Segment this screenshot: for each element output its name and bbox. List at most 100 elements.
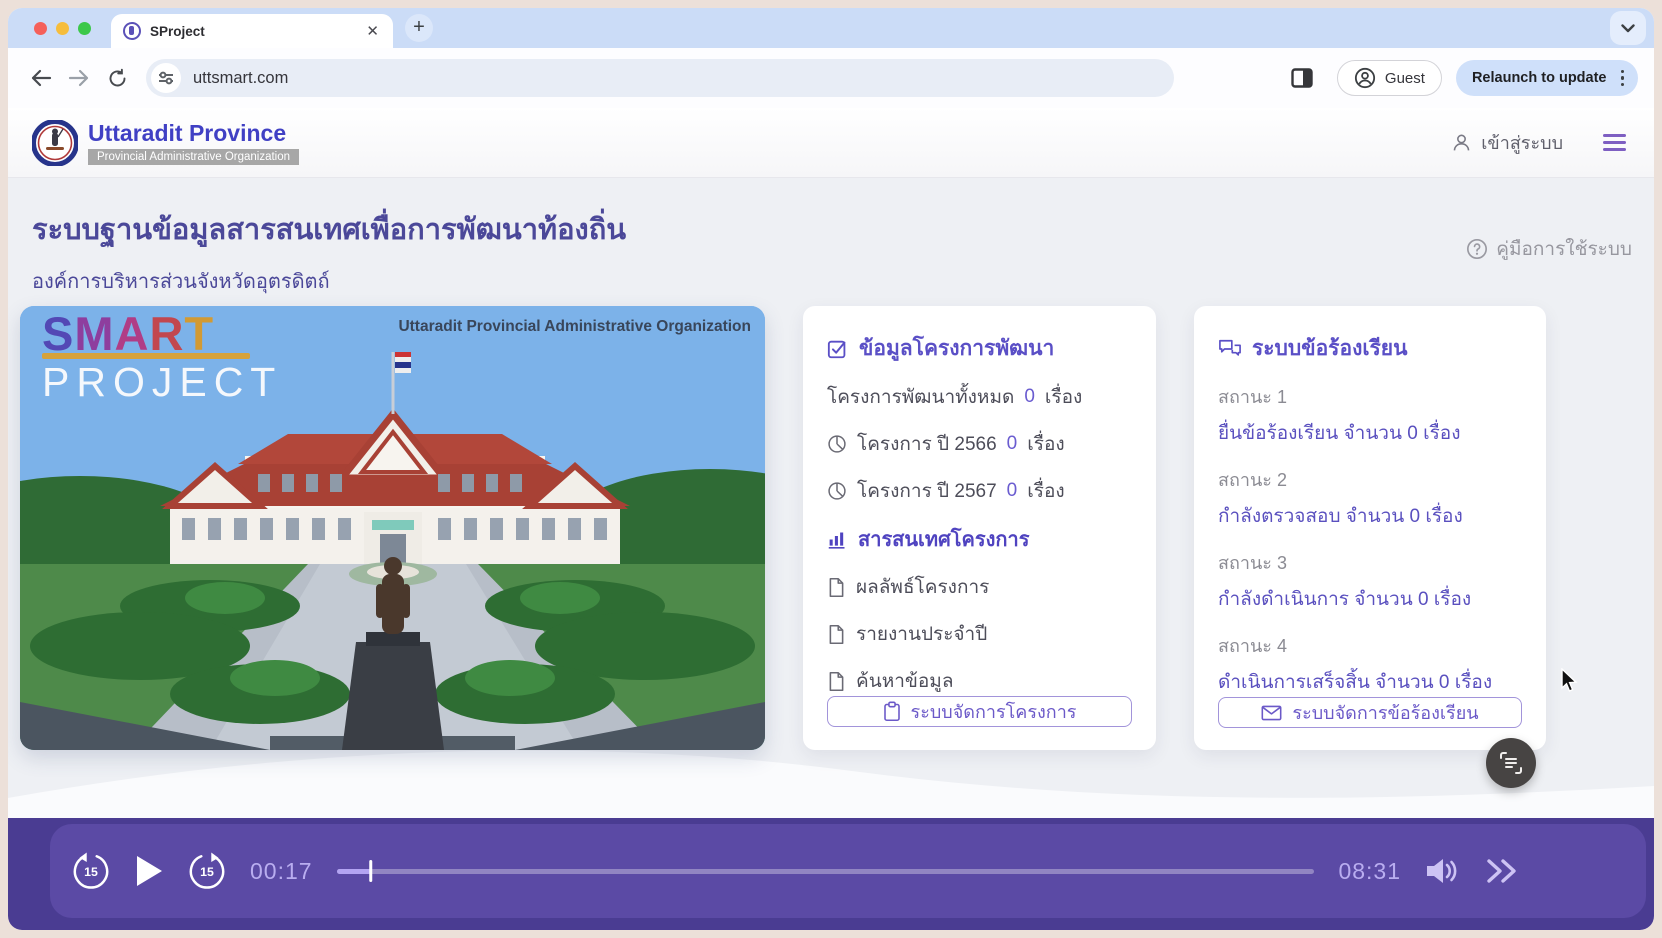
speaker-icon bbox=[1425, 856, 1461, 886]
address-bar[interactable]: uttsmart.com bbox=[146, 59, 1174, 97]
status-label: สถานะ 1 bbox=[1218, 382, 1522, 411]
project-year-row[interactable]: โครงการ ปี 2566 0 เรื่อง bbox=[827, 429, 1132, 459]
site-header: Uttaradit Province Provincial Administra… bbox=[8, 108, 1654, 178]
smart-project-logo: SMART PROJECT bbox=[42, 308, 282, 405]
document-icon bbox=[827, 624, 846, 645]
page-title: ระบบฐานข้อมูลสารสนเทศเพื่อการพัฒนาท้องถิ… bbox=[32, 206, 626, 252]
back-arrow-icon bbox=[30, 69, 52, 87]
url-text: uttsmart.com bbox=[193, 69, 288, 88]
chevron-down-icon bbox=[1621, 24, 1635, 33]
province-seal-logo bbox=[32, 120, 78, 166]
back-button[interactable] bbox=[24, 61, 58, 95]
document-icon bbox=[827, 671, 846, 692]
zoom-window-button[interactable] bbox=[78, 22, 91, 35]
search-data-label: ค้นหาข้อมูล bbox=[856, 666, 953, 696]
window-controls bbox=[34, 22, 91, 35]
total-time: 08:31 bbox=[1338, 858, 1401, 885]
status-label: สถานะ 4 bbox=[1218, 631, 1522, 660]
playhead[interactable] bbox=[369, 860, 373, 882]
help-label: คู่มือการใช้ระบบ bbox=[1496, 234, 1632, 264]
guest-label: Guest bbox=[1385, 70, 1425, 87]
annual-report-link[interactable]: รายงานประจำปี bbox=[827, 619, 1132, 649]
help-icon bbox=[1466, 238, 1488, 260]
login-label: เข้าสู่ระบบ bbox=[1481, 128, 1563, 157]
tab-search-button[interactable] bbox=[1610, 11, 1646, 45]
project-card-title: ข้อมูลโครงการพัฒนา bbox=[827, 332, 1132, 365]
decorative-wave bbox=[8, 746, 1654, 818]
forward-15-button[interactable]: 15 bbox=[188, 852, 226, 890]
status-label: สถานะ 3 bbox=[1218, 548, 1522, 577]
project-results-label: ผลลัพธ์โครงการ bbox=[856, 572, 989, 602]
side-panel-button[interactable] bbox=[1285, 61, 1319, 95]
search-data-link[interactable]: ค้นหาข้อมูล bbox=[827, 666, 1132, 696]
help-link[interactable]: คู่มือการใช้ระบบ bbox=[1466, 234, 1632, 264]
year-value: 0 bbox=[1007, 480, 1018, 502]
skip-next-button[interactable] bbox=[1485, 858, 1519, 884]
reload-button[interactable] bbox=[100, 61, 134, 95]
year-label: โครงการ ปี 2566 bbox=[857, 429, 997, 459]
logo-line-project: PROJECT bbox=[42, 360, 282, 405]
pie-chart-icon bbox=[827, 434, 847, 454]
project-total-value: 0 bbox=[1024, 386, 1035, 408]
current-time: 00:17 bbox=[250, 858, 313, 885]
site-title: Uttaradit Province bbox=[88, 120, 299, 147]
player-progress-fill bbox=[337, 869, 371, 874]
toolbar-right: Guest Relaunch to update bbox=[1285, 60, 1638, 96]
svg-text:15: 15 bbox=[200, 865, 214, 879]
menu-button[interactable] bbox=[1603, 134, 1626, 151]
bar-chart-icon bbox=[827, 529, 848, 550]
project-total-row: โครงการพัฒนาทั้งหมด 0 เรื่อง bbox=[827, 382, 1132, 412]
status-detail[interactable]: ดำเนินการเสร็จสิ้น จำนวน 0 เรื่อง bbox=[1218, 667, 1522, 697]
site-header-right: เข้าสู่ระบบ bbox=[1451, 128, 1626, 157]
guest-avatar-icon bbox=[1354, 67, 1376, 89]
project-results-link[interactable]: ผลลัพธ์โครงการ bbox=[827, 572, 1132, 602]
browser-menu-icon[interactable] bbox=[1619, 68, 1627, 89]
year-unit: เรื่อง bbox=[1027, 429, 1064, 459]
video-player-band: 15 15 00:17 08:31 bbox=[8, 818, 1654, 930]
status-detail[interactable]: ยื่นข้อร้องเรียน จำนวน 0 เรื่อง bbox=[1218, 418, 1522, 448]
clipboard-icon bbox=[883, 701, 901, 722]
progress-bar[interactable] bbox=[337, 869, 1315, 874]
project-management-button[interactable]: ระบบจัดการโครงการ bbox=[827, 696, 1132, 727]
tab-close-icon[interactable]: ✕ bbox=[364, 22, 381, 40]
volume-button[interactable] bbox=[1425, 856, 1461, 886]
relaunch-to-update-button[interactable]: Relaunch to update bbox=[1456, 60, 1638, 96]
browser-toolbar: uttsmart.com Guest Relaunch to update bbox=[8, 48, 1654, 108]
forward-button[interactable] bbox=[62, 61, 96, 95]
complaint-management-button[interactable]: ระบบจัดการข้อร้องเรียน bbox=[1218, 697, 1522, 728]
project-info-link[interactable]: สารสนเทศโครงการ bbox=[827, 523, 1132, 555]
status-detail[interactable]: กำลังตรวจสอบ จำนวน 0 เรื่อง bbox=[1218, 501, 1522, 531]
complaint-card-title: ระบบข้อร้องเรียน bbox=[1218, 332, 1522, 365]
play-icon bbox=[134, 854, 164, 888]
pie-chart-icon bbox=[827, 481, 847, 501]
screen-capture-fab[interactable] bbox=[1486, 738, 1536, 788]
mouse-cursor bbox=[1560, 668, 1580, 694]
new-tab-button[interactable]: + bbox=[405, 14, 433, 42]
checkbox-icon bbox=[827, 338, 849, 360]
status-detail[interactable]: กำลังดำเนินการ จำนวน 0 เรื่อง bbox=[1218, 584, 1522, 614]
login-link[interactable]: เข้าสู่ระบบ bbox=[1451, 128, 1563, 157]
close-window-button[interactable] bbox=[34, 22, 47, 35]
project-data-card: ข้อมูลโครงการพัฒนา โครงการพัฒนาทั้งหมด 0… bbox=[803, 306, 1156, 750]
minimize-window-button[interactable] bbox=[56, 22, 69, 35]
tab-favicon bbox=[123, 22, 141, 40]
site-brand[interactable]: Uttaradit Province Provincial Administra… bbox=[88, 120, 299, 165]
forward-arrow-icon bbox=[68, 69, 90, 87]
project-year-row[interactable]: โครงการ ปี 2567 0 เรื่อง bbox=[827, 476, 1132, 506]
year-label: โครงการ ปี 2567 bbox=[857, 476, 997, 506]
project-management-label: ระบบจัดการโครงการ bbox=[911, 697, 1077, 726]
project-info-label: สารสนเทศโครงการ bbox=[858, 523, 1029, 555]
side-panel-icon bbox=[1291, 68, 1313, 88]
year-unit: เรื่อง bbox=[1027, 476, 1064, 506]
profile-button[interactable]: Guest bbox=[1337, 60, 1442, 96]
scan-text-icon bbox=[1498, 750, 1524, 776]
rewind-15-button[interactable]: 15 bbox=[72, 852, 110, 890]
browser-window: SProject ✕ + ut bbox=[8, 8, 1654, 930]
browser-tab[interactable]: SProject ✕ bbox=[111, 14, 393, 48]
page-content: ระบบฐานข้อมูลสารสนเทศเพื่อการพัฒนาท้องถิ… bbox=[8, 178, 1654, 818]
hero-caption: Uttaradit Provincial Administrative Orga… bbox=[398, 318, 751, 336]
site-settings-button[interactable] bbox=[151, 63, 181, 93]
year-value: 0 bbox=[1007, 433, 1018, 455]
play-button[interactable] bbox=[134, 854, 164, 888]
page-heading: ระบบฐานข้อมูลสารสนเทศเพื่อการพัฒนาท้องถิ… bbox=[32, 206, 626, 297]
